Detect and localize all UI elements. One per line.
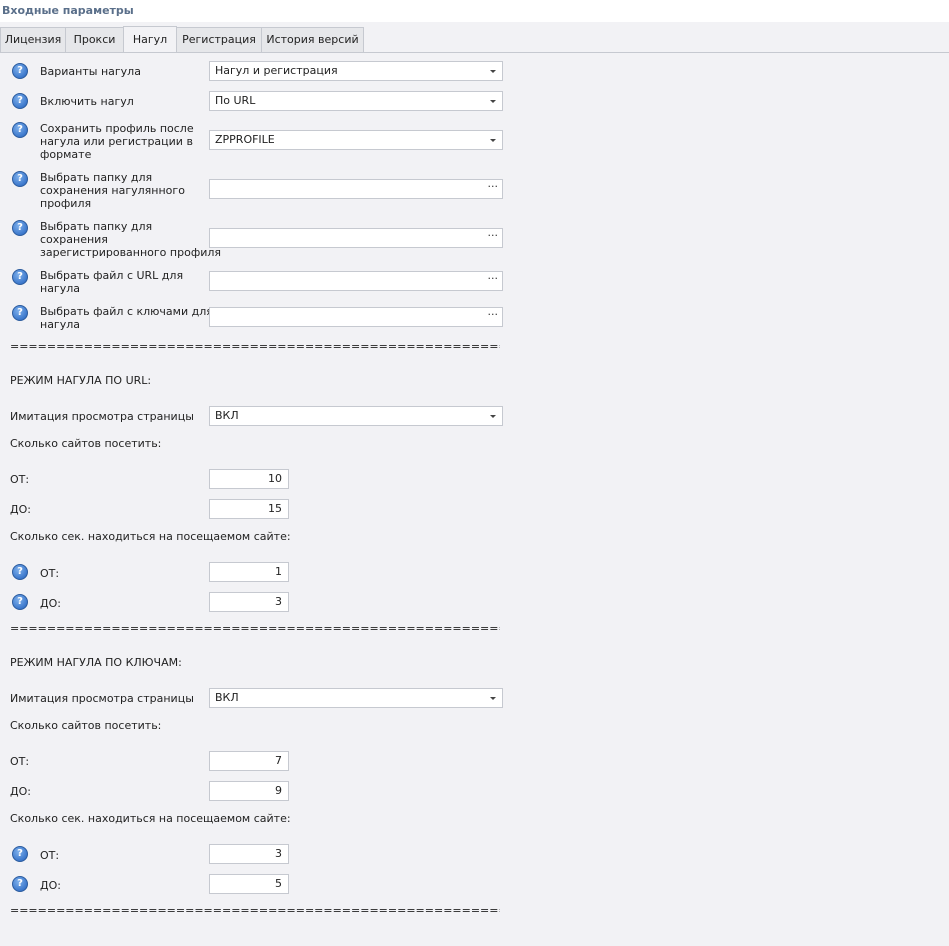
tab-nagul[interactable]: Нагул — [123, 26, 177, 52]
keys-sites-to-label: ДО: — [10, 785, 31, 798]
separator: ========================================… — [10, 904, 500, 917]
window-title: Входные параметры — [2, 4, 134, 17]
url-secs-to-input[interactable]: 3 — [209, 592, 289, 612]
variants-value: Нагул и регистрация — [215, 64, 338, 77]
chevron-down-icon — [490, 100, 496, 103]
keys-imitation-dropdown[interactable]: ВКЛ — [209, 688, 503, 708]
separator: ========================================… — [10, 622, 500, 635]
enable-label: Включить нагул — [40, 95, 134, 108]
chevron-down-icon — [490, 697, 496, 700]
browse-button[interactable]: ··· — [488, 229, 499, 243]
keys-secs-to-label: ДО: — [40, 879, 61, 892]
help-icon[interactable]: ? — [12, 122, 28, 138]
tab-proxy[interactable]: Прокси — [65, 27, 124, 52]
help-icon[interactable]: ? — [12, 269, 28, 285]
url-sites-to-label: ДО: — [10, 503, 31, 516]
tab-version-history[interactable]: История версий — [261, 27, 364, 52]
url-file-input[interactable]: ··· — [209, 271, 503, 291]
chevron-down-icon — [490, 139, 496, 142]
help-icon[interactable]: ? — [12, 876, 28, 892]
folder-reg-input[interactable]: ··· — [209, 228, 503, 248]
url-imitation-label: Имитация просмотра страницы — [10, 410, 194, 423]
keys-sites-label: Сколько сайтов посетить: — [10, 719, 162, 732]
tab-license[interactable]: Лицензия — [0, 27, 66, 52]
window-titlebar: Входные параметры — [0, 0, 949, 22]
help-icon[interactable]: ? — [12, 93, 28, 109]
keys-sites-from-input[interactable]: 7 — [209, 751, 289, 771]
browse-button[interactable]: ··· — [488, 308, 499, 322]
enable-value: По URL — [215, 94, 256, 107]
tab-bar: Лицензия Прокси Нагул Регистрация Истори… — [0, 26, 949, 53]
chevron-down-icon — [490, 70, 496, 73]
tab-registration[interactable]: Регистрация — [176, 27, 262, 52]
keys-imitation-label: Имитация просмотра страницы — [10, 692, 194, 705]
keys-file-label: Выбрать файл с ключами для нагула — [40, 305, 213, 331]
help-icon[interactable]: ? — [12, 220, 28, 236]
chevron-down-icon — [490, 415, 496, 418]
help-icon[interactable]: ? — [12, 594, 28, 610]
folder-reg-label: Выбрать папку для сохранения зарегистрир… — [40, 220, 222, 259]
separator: ========================================… — [10, 340, 500, 353]
keys-secs-from-input[interactable]: 3 — [209, 844, 289, 864]
url-secs-label: Сколько сек. находиться на посещаемом са… — [10, 530, 291, 543]
keys-sites-from-label: ОТ: — [10, 755, 30, 768]
url-secs-to-label: ДО: — [40, 597, 61, 610]
keys-sites-to-input[interactable]: 9 — [209, 781, 289, 801]
browse-button[interactable]: ··· — [488, 180, 499, 194]
save-profile-label: Сохранить профиль после нагула или регис… — [40, 122, 194, 161]
help-icon[interactable]: ? — [12, 846, 28, 862]
keys-secs-from-label: ОТ: — [40, 849, 60, 862]
variants-dropdown[interactable]: Нагул и регистрация — [209, 61, 503, 81]
keys-mode-header: РЕЖИМ НАГУЛА ПО КЛЮЧАМ: — [10, 656, 182, 669]
browse-button[interactable]: ··· — [488, 272, 499, 286]
url-imitation-value: ВКЛ — [215, 409, 239, 422]
help-icon[interactable]: ? — [12, 305, 28, 321]
url-secs-from-label: ОТ: — [40, 567, 60, 580]
variants-label: Варианты нагула — [40, 65, 141, 78]
keys-file-input[interactable]: ··· — [209, 307, 503, 327]
help-icon[interactable]: ? — [12, 564, 28, 580]
folder-nagul-input[interactable]: ··· — [209, 179, 503, 199]
enable-dropdown[interactable]: По URL — [209, 91, 503, 111]
url-mode-header: РЕЖИМ НАГУЛА ПО URL: — [10, 374, 152, 387]
keys-secs-label: Сколько сек. находиться на посещаемом са… — [10, 812, 291, 825]
save-profile-value: ZPPROFILE — [215, 133, 275, 146]
folder-nagul-label: Выбрать папку для сохранения нагулянного… — [40, 171, 185, 210]
url-sites-label: Сколько сайтов посетить: — [10, 437, 162, 450]
url-sites-from-input[interactable]: 10 — [209, 469, 289, 489]
url-secs-from-input[interactable]: 1 — [209, 562, 289, 582]
url-sites-from-label: ОТ: — [10, 473, 30, 486]
url-imitation-dropdown[interactable]: ВКЛ — [209, 406, 503, 426]
save-profile-dropdown[interactable]: ZPPROFILE — [209, 130, 503, 150]
keys-secs-to-input[interactable]: 5 — [209, 874, 289, 894]
help-icon[interactable]: ? — [12, 63, 28, 79]
help-icon[interactable]: ? — [12, 171, 28, 187]
keys-imitation-value: ВКЛ — [215, 691, 239, 704]
url-sites-to-input[interactable]: 15 — [209, 499, 289, 519]
url-file-label: Выбрать файл с URL для нагула — [40, 269, 184, 295]
